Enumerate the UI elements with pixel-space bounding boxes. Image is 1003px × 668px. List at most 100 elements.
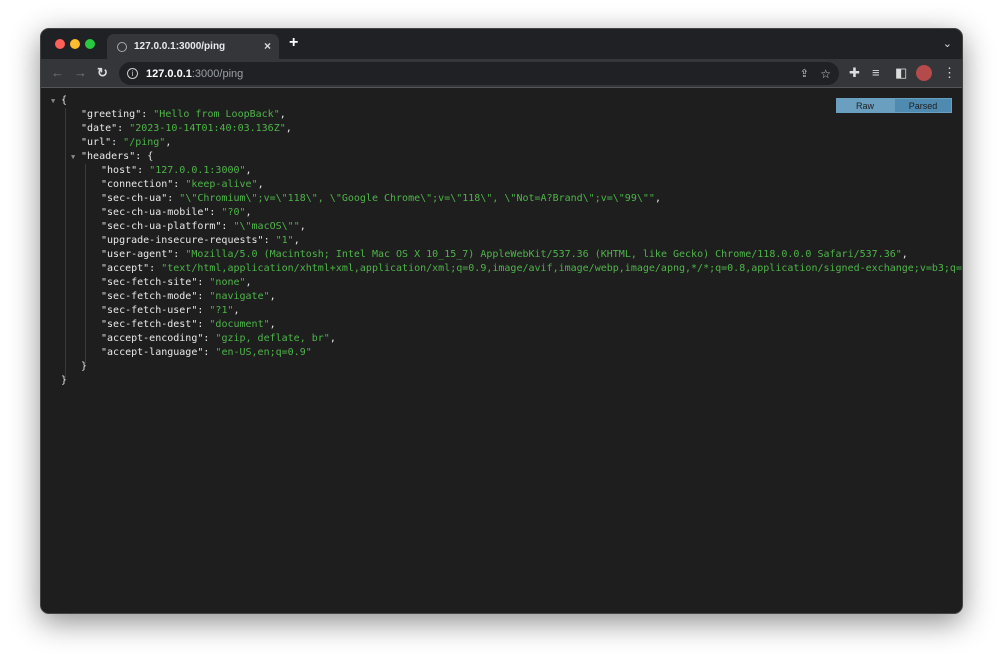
json-key: sec-fetch-site	[107, 277, 191, 288]
star-icon[interactable]: ☆	[820, 67, 831, 81]
punctuation: ":	[258, 235, 276, 246]
maximize-window-button[interactable]	[85, 39, 95, 49]
tab-title: 127.0.0.1:3000/ping	[134, 41, 225, 52]
browser-window: 127.0.0.1:3000/ping × + ⌄ ← → ↻ i 127.0.…	[40, 28, 963, 614]
minimize-window-button[interactable]	[70, 39, 80, 49]
json-key: sec-fetch-dest	[107, 319, 191, 330]
toolbar: ← → ↻ i 127.0.0.1:3000/ping ⇪ ☆ ✚ ≡ ◧ ⋮	[41, 59, 962, 88]
json-key: sec-fetch-mode	[107, 291, 191, 302]
punctuation: {	[61, 95, 67, 106]
json-value: "document"	[209, 319, 269, 330]
json-root-open: ▼{	[41, 94, 962, 108]
reload-icon[interactable]: ↻	[97, 65, 108, 81]
json-value: "none"	[209, 277, 245, 288]
punctuation: ,	[902, 249, 908, 260]
json-property: "sec-ch-ua-mobile": "?0",	[41, 206, 962, 220]
punctuation: ,	[234, 305, 240, 316]
json-key: accept-encoding	[107, 333, 197, 344]
punctuation: ,	[280, 109, 286, 120]
reading-list-icon[interactable]: ≡	[872, 65, 880, 80]
punctuation: ,	[330, 333, 336, 344]
json-key: accept	[107, 263, 143, 274]
json-key: sec-fetch-user	[107, 305, 191, 316]
json-key: date	[87, 123, 111, 134]
info-icon[interactable]: i	[127, 68, 138, 79]
json-property: "sec-fetch-site": "none",	[41, 276, 962, 290]
json-property: "upgrade-insecure-requests": "1",	[41, 234, 962, 248]
tab-close-icon[interactable]: ×	[264, 39, 271, 53]
json-key: headers	[87, 151, 129, 162]
json-value-text: Mozilla/5.0 (Macintosh; Intel Mac OS X 1…	[191, 249, 895, 260]
json-property: "sec-fetch-user": "?1",	[41, 304, 962, 318]
punctuation: ":	[203, 207, 221, 218]
json-value-text: ?1	[215, 305, 227, 316]
extensions-icon[interactable]: ✚	[849, 65, 860, 81]
json-headers-open: ▼"headers": {	[41, 150, 962, 164]
punctuation: ,	[300, 221, 306, 232]
json-value-text: /ping	[129, 137, 159, 148]
url-host: 127.0.0.1	[146, 68, 192, 80]
punctuation: ":	[161, 193, 179, 204]
collapse-triangle-icon[interactable]: ▼	[71, 150, 75, 164]
collapse-triangle-icon[interactable]: ▼	[51, 94, 55, 108]
punctuation: ":	[167, 179, 185, 190]
json-viewer: Raw Parsed ▼{"greeting": "Hello from Loo…	[41, 88, 962, 614]
new-tab-button[interactable]: +	[289, 34, 298, 52]
tab-bar: 127.0.0.1:3000/ping × + ⌄	[41, 29, 962, 59]
json-value: "127.0.0.1:3000"	[149, 165, 245, 176]
json-key: host	[107, 165, 131, 176]
punctuation: ,	[246, 277, 252, 288]
punctuation: ,	[286, 123, 292, 134]
avatar[interactable]	[916, 65, 932, 81]
forward-icon[interactable]: →	[74, 65, 87, 80]
punctuation: ,	[246, 165, 252, 176]
punctuation: ":	[191, 291, 209, 302]
json-value: "/ping"	[123, 137, 165, 148]
json-property: "date": "2023-10-14T01:40:03.136Z",	[41, 122, 962, 136]
json-value-text: 2023-10-14T01:40:03.136Z	[135, 123, 280, 134]
punctuation: ":	[131, 165, 149, 176]
json-value-text: \"Chromium\";v=\"118\", \"Google Chrome\…	[185, 193, 649, 204]
json-value-text: none	[215, 277, 239, 288]
json-property: "sec-ch-ua-platform": "\"macOS\"",	[41, 220, 962, 234]
menu-icon[interactable]: ⋮	[943, 65, 956, 81]
punctuation: ":	[191, 277, 209, 288]
json-value-text: text/html,application/xhtml+xml,applicat…	[167, 263, 963, 274]
json-property: "accept-language": "en-US,en;q=0.9"	[41, 346, 962, 360]
json-headers-close: }	[41, 360, 962, 374]
punctuation: ":	[191, 319, 209, 330]
address-bar[interactable]: i 127.0.0.1:3000/ping ⇪ ☆	[119, 62, 839, 85]
json-key: sec-ch-ua-mobile	[107, 207, 203, 218]
punctuation: ":	[105, 137, 123, 148]
share-icon[interactable]: ⇪	[800, 67, 809, 80]
tab-active[interactable]: 127.0.0.1:3000/ping ×	[107, 34, 279, 59]
url-path: :3000/ping	[192, 68, 243, 80]
json-value-text: navigate	[215, 291, 263, 302]
punctuation: "	[306, 347, 312, 358]
json-value-text: \"macOS\"	[240, 221, 294, 232]
json-property: "greeting": "Hello from LoopBack",	[41, 108, 962, 122]
json-value: "1"	[276, 235, 294, 246]
back-icon[interactable]: ←	[51, 65, 64, 80]
side-panel-icon[interactable]: ◧	[895, 65, 907, 81]
punctuation: ": {	[129, 151, 153, 162]
json-property: "sec-ch-ua": "\"Chromium\";v=\"118\", \"…	[41, 192, 962, 206]
json-root-close: }	[41, 374, 962, 388]
json-value: "\"macOS\""	[233, 221, 299, 232]
punctuation: ":	[135, 109, 153, 120]
json-property: "accept-encoding": "gzip, deflate, br",	[41, 332, 962, 346]
json-key: sec-ch-ua	[107, 193, 161, 204]
indent-guide	[65, 108, 66, 378]
json-value-text: keep-alive	[191, 179, 251, 190]
close-window-button[interactable]	[55, 39, 65, 49]
punctuation: ,	[258, 179, 264, 190]
json-property: "url": "/ping",	[41, 136, 962, 150]
punctuation: ":	[111, 123, 129, 134]
punctuation: ,	[294, 235, 300, 246]
punctuation: ":	[191, 305, 209, 316]
json-property: "connection": "keep-alive",	[41, 178, 962, 192]
chevron-down-icon[interactable]: ⌄	[943, 37, 952, 50]
json-value: "en-US,en;q=0.9"	[215, 347, 311, 358]
json-value: "?0"	[221, 207, 245, 218]
json-value: "gzip, deflate, br"	[215, 333, 329, 344]
